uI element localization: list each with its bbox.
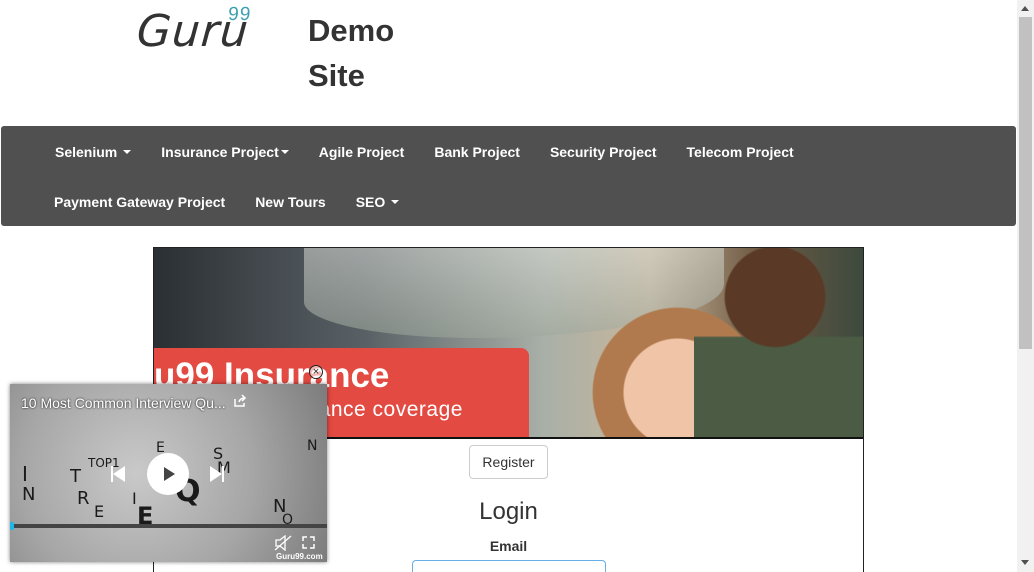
nav-security-project-label: Security Project [549, 144, 657, 160]
nav-payment-gateway-project-label: Payment Gateway Project [54, 194, 226, 210]
guru99-logo[interactable]: Guru 99 [135, 4, 253, 57]
nav-agile-project[interactable]: Agile Project [304, 142, 420, 162]
video-player[interactable]: I N T R E TOP1 I E E Q S M N N O 10 Most… [10, 384, 327, 562]
vertical-scrollbar[interactable] [1017, 0, 1034, 572]
video-letter: N [22, 484, 36, 505]
nav-insurance-project[interactable]: Insurance Project [146, 142, 304, 162]
site-title-line2: Site [308, 58, 365, 93]
nav-new-tours-label: New Tours [255, 194, 326, 210]
nav-telecom-project-label: Telecom Project [686, 144, 794, 160]
nav-insurance-project-label: Insurance Project [161, 144, 279, 160]
nav-payment-gateway-project[interactable]: Payment Gateway Project [39, 192, 240, 212]
muted-speaker-icon[interactable] [274, 535, 292, 551]
video-letter: I [22, 462, 28, 486]
video-brand-watermark: Guru99.com [276, 552, 323, 561]
nav-bank-project[interactable]: Bank Project [419, 142, 535, 162]
site-title-line1: Demo [308, 13, 395, 48]
register-button[interactable]: Register [469, 445, 548, 479]
nav-telecom-project[interactable]: Telecom Project [672, 142, 809, 162]
nav-bank-project-label: Bank Project [434, 144, 520, 160]
nav-agile-project-label: Agile Project [318, 144, 405, 160]
video-letter: N [307, 438, 318, 454]
nav-security-project[interactable]: Security Project [535, 142, 672, 162]
scroll-down-arrow-icon[interactable] [1021, 560, 1029, 565]
nav-seo-label: SEO [355, 194, 386, 210]
navbar-row-1: Selenium Insurance Project Agile Project… [40, 142, 809, 162]
video-letter: R [77, 488, 90, 509]
nav-seo[interactable]: SEO [341, 192, 415, 212]
nav-new-tours[interactable]: New Tours [240, 192, 341, 212]
caret-down-icon [123, 150, 132, 154]
nav-selenium[interactable]: Selenium [40, 142, 146, 162]
caret-down-icon [280, 150, 289, 154]
share-icon[interactable] [233, 394, 247, 408]
video-letter: I [132, 489, 137, 508]
video-progress-handle[interactable] [10, 522, 14, 530]
next-icon[interactable] [206, 464, 226, 484]
nav-selenium-label: Selenium [55, 144, 118, 160]
caret-down-icon [391, 200, 400, 204]
scroll-up-arrow-icon[interactable] [1021, 6, 1029, 11]
play-button[interactable] [147, 453, 189, 495]
fullscreen-icon[interactable] [302, 536, 315, 549]
logo-superscript: 99 [227, 4, 253, 25]
email-field[interactable] [412, 560, 606, 572]
page: Guru 99 Demo Site Selenium Insurance Proj… [0, 0, 1034, 572]
scrollbar-thumb[interactable] [1019, 17, 1032, 349]
main-navbar: Selenium Insurance Project Agile Project… [1, 126, 1016, 226]
video-letter: E [94, 502, 105, 521]
banner-photo-man [694, 248, 863, 437]
navbar-row-2: Payment Gateway Project New Tours SEO [39, 192, 414, 212]
video-letter: T [70, 466, 81, 487]
site-title: Demo Site [308, 8, 418, 98]
video-title: 10 Most Common Interview Qu... [21, 395, 226, 411]
previous-icon[interactable] [109, 464, 129, 484]
video-progress-bar[interactable] [10, 522, 327, 530]
close-video-icon[interactable]: × [309, 365, 323, 379]
